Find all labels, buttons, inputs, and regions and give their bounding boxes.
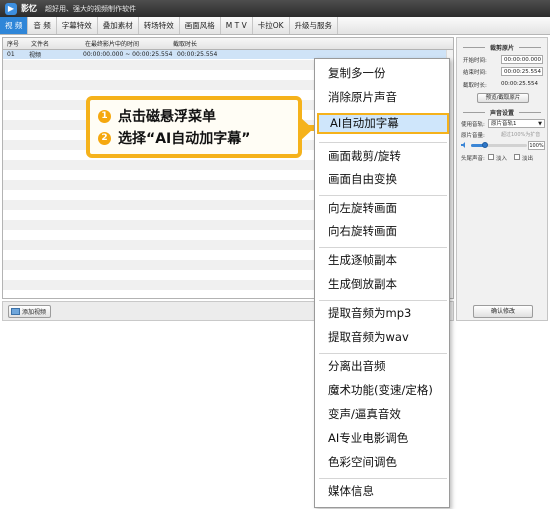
callout-step-2-text: 选择“AI自动加字幕” (118, 131, 251, 147)
tab-transition-effects[interactable]: 转场特效 (139, 17, 180, 34)
preview-clip-button[interactable]: 预览/截取原片 (477, 93, 529, 103)
menu-item-color-space[interactable]: 色彩空间调色 (315, 452, 449, 473)
volume-slider-thumb[interactable] (482, 142, 488, 148)
row-time-range: 00:00:00.000 ~ 00:00:25.554 (83, 51, 173, 58)
column-header-time-in-movie[interactable]: 在最终影片中的时间 (81, 39, 169, 48)
audio-track-label: 使用音轨: (461, 122, 485, 128)
start-time-input[interactable]: 00:00:00.000 (501, 55, 543, 64)
properties-panel: 裁剪原片 开始时间: 00:00:00.000 结束时间: 00:00:25.5… (456, 37, 548, 321)
row-filename: 视频 (29, 52, 42, 59)
tab-overlay-material[interactable]: 叠加素材 (98, 17, 139, 34)
add-video-label: 添加视频 (22, 309, 47, 316)
menu-item-media-info[interactable]: 媒体信息 (315, 481, 449, 502)
app-slogan: 超好用、强大的视频制作软件 (45, 4, 136, 13)
tab-upgrade-service[interactable]: 升级与服务 (290, 17, 339, 34)
instruction-callout: 1 点击磁悬浮菜单 2 选择“AI自动加字幕” (86, 96, 302, 158)
sound-section-title: 声音设置 (457, 108, 547, 117)
column-header-clip-duration[interactable]: 截取时长 (169, 39, 239, 48)
menu-separator (319, 142, 447, 143)
step-number-badge: 1 (98, 109, 111, 123)
arrow-right-icon (300, 117, 313, 141)
fade-in-checkbox[interactable] (488, 154, 494, 160)
column-header-filename[interactable]: 文件名 (27, 39, 81, 48)
tab-audio[interactable]: 音 频 (28, 17, 57, 34)
end-time-label: 结束时间: (463, 70, 487, 76)
tab-karaoke[interactable]: 卡拉OK (253, 17, 290, 34)
audio-track-select[interactable]: 原片音轨1 ▼ (488, 119, 545, 128)
volume-hint: 超过100%为扩音 (501, 132, 541, 138)
step-number-badge: 2 (98, 131, 111, 145)
menu-item-ai-color-grading[interactable]: AI专业电影调色 (315, 428, 449, 449)
audio-track-value: 原片音轨1 (491, 121, 517, 127)
menu-item-remove-original-audio[interactable]: 消除原片声音 (315, 87, 449, 108)
clip-duration-value: 00:00:25.554 (501, 81, 538, 87)
menu-item-free-transform[interactable]: 画面自由变换 (315, 169, 449, 190)
add-video-button[interactable]: 添加视频 (8, 305, 52, 318)
start-time-label: 开始时间: (463, 58, 487, 64)
fade-in-label: 淡入 (496, 156, 508, 162)
menu-item-duplicate[interactable]: 复制多一份 (315, 63, 449, 84)
app-name: 影忆 (21, 4, 37, 13)
chevron-down-icon: ▼ (538, 121, 542, 127)
volume-label: 原片音量: (461, 133, 485, 139)
menu-separator (319, 353, 447, 354)
menu-separator (319, 300, 447, 301)
menu-item-rotate-left[interactable]: 向左旋转画面 (315, 198, 449, 219)
menu-item-crop-rotate[interactable]: 画面裁剪/旋转 (315, 146, 449, 167)
menu-item-separate-audio[interactable]: 分离出音频 (315, 356, 449, 377)
menu-item-rotate-right[interactable]: 向右旋转画面 (315, 221, 449, 242)
tab-subtitle-effects[interactable]: 字幕特效 (57, 17, 98, 34)
menu-item-ai-auto-subtitle[interactable]: AI自动加字幕 (317, 113, 449, 134)
fade-out-label: 淡出 (522, 156, 534, 162)
fade-out-checkbox[interactable] (514, 154, 520, 160)
main-tab-bar: 视 频 音 频 字幕特效 叠加素材 转场特效 画面风格 M T V 卡拉OK 升… (0, 17, 550, 35)
menu-separator (319, 195, 447, 196)
menu-item-reverse-copy[interactable]: 生成倒放副本 (315, 274, 449, 295)
tab-picture-style[interactable]: 画面风格 (180, 17, 221, 34)
callout-step-2: 2 选择“AI自动加字幕” (98, 128, 250, 148)
clip-duration-label: 截取时长: (463, 83, 487, 89)
film-logo-icon: ▶ (5, 2, 17, 15)
list-header: 序号 文件名 在最终影片中的时间 截取时长 (3, 38, 453, 50)
menu-separator (319, 247, 447, 248)
clip-section-title: 裁剪原片 (457, 43, 547, 52)
menu-separator (319, 478, 447, 479)
row-seq: 01 (7, 51, 15, 58)
end-time-input[interactable]: 00:00:25.554 (501, 67, 543, 76)
speaker-icon (461, 142, 465, 148)
volume-slider[interactable] (471, 142, 527, 148)
tab-mtv[interactable]: M T V (221, 17, 253, 34)
volume-value-input[interactable]: 100% (528, 141, 545, 150)
menu-item-extract-mp3[interactable]: 提取音频为mp3 (315, 303, 449, 324)
tab-video[interactable]: 视 频 (0, 17, 29, 34)
callout-step-1-text: 点击磁悬浮菜单 (118, 109, 216, 125)
row-duration: 00:00:25.554 (177, 51, 218, 58)
menu-item-voice-change[interactable]: 变声/逼真音效 (315, 404, 449, 425)
context-menu: 复制多一份 消除原片声音 AI自动加字幕 画面裁剪/旋转 画面自由变换 向左旋转… (314, 58, 450, 508)
title-bar: ▶ 影忆 超好用、强大的视频制作软件 (0, 0, 550, 17)
fade-label: 头尾声音: (461, 156, 485, 162)
callout-step-1: 1 点击磁悬浮菜单 (98, 106, 216, 126)
menu-item-magic-function[interactable]: 魔术功能(变速/定格) (315, 380, 449, 401)
confirm-changes-button[interactable]: 确认修改 (473, 305, 533, 318)
menu-item-extract-wav[interactable]: 提取音频为wav (315, 327, 449, 348)
film-icon (11, 308, 20, 315)
menu-item-frame-copy[interactable]: 生成逐帧副本 (315, 250, 449, 271)
column-header-seq[interactable]: 序号 (3, 39, 27, 48)
